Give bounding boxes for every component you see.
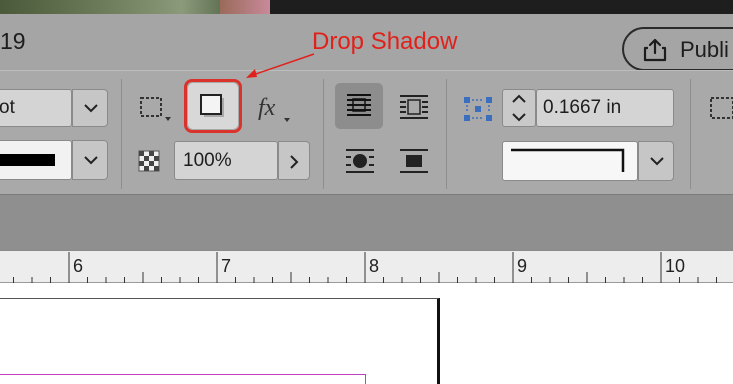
offset-stepper[interactable] bbox=[502, 89, 536, 127]
stroke-swatch-field[interactable] bbox=[0, 140, 72, 180]
wrap-around-bounding-box-icon[interactable] bbox=[398, 93, 430, 121]
ruler-label: 10 bbox=[665, 256, 686, 276]
wrap-around-object-shape-icon[interactable] bbox=[344, 147, 376, 175]
chevron-right-icon bbox=[290, 155, 299, 169]
font-style-field[interactable]: ot bbox=[0, 89, 72, 127]
ruler-label: 7 bbox=[221, 256, 232, 276]
opacity-value: 100% bbox=[183, 150, 232, 171]
stroke-color-swatch bbox=[0, 154, 55, 166]
no-text-wrap-icon bbox=[347, 94, 371, 116]
ruler-ticks bbox=[13, 252, 717, 284]
stroke-style-preview bbox=[511, 148, 625, 172]
chevron-down-icon bbox=[84, 156, 98, 165]
opacity-slider-button[interactable] bbox=[278, 141, 310, 180]
font-style-dropdown-button[interactable] bbox=[72, 89, 108, 127]
stroke-style-dropdown-button[interactable] bbox=[638, 141, 674, 181]
font-style-value: ot bbox=[0, 97, 15, 118]
separator bbox=[690, 79, 691, 189]
document-page[interactable] bbox=[0, 298, 440, 384]
no-text-wrap-button[interactable] bbox=[335, 83, 383, 129]
separator bbox=[121, 79, 122, 189]
drop-shadow-highlight bbox=[184, 79, 242, 133]
opacity-icon bbox=[138, 150, 160, 172]
opacity-input[interactable]: 100% bbox=[174, 141, 278, 180]
publish-online-button[interactable]: Publi bbox=[622, 27, 733, 71]
auto-fit-icon[interactable] bbox=[708, 95, 733, 123]
separator bbox=[446, 79, 447, 189]
stroke-style-field[interactable] bbox=[502, 141, 638, 181]
ruler-label: 8 bbox=[369, 256, 380, 276]
publish-button-label: Publi bbox=[680, 37, 729, 62]
chevron-down-icon[interactable] bbox=[511, 112, 527, 122]
offset-value: 0.1667 in bbox=[543, 97, 622, 118]
document-tab-bar bbox=[0, 194, 733, 250]
chevron-down-icon bbox=[84, 104, 98, 113]
ruler-label: 9 bbox=[517, 256, 528, 276]
effects-fx-icon[interactable]: fx bbox=[256, 93, 292, 123]
ruler-label: 6 bbox=[73, 256, 84, 276]
text-frame-edge[interactable] bbox=[0, 374, 366, 384]
separator bbox=[323, 79, 324, 189]
window-top-strip bbox=[0, 0, 733, 14]
stroke-dropdown-button[interactable] bbox=[72, 140, 108, 180]
jump-object-icon[interactable] bbox=[398, 147, 430, 175]
share-icon bbox=[643, 38, 667, 62]
offset-input[interactable]: 0.1667 in bbox=[536, 89, 674, 127]
chevron-down-icon bbox=[650, 157, 664, 166]
select-container-icon[interactable] bbox=[138, 95, 172, 123]
document-title: 19 bbox=[0, 28, 26, 54]
control-panel: ot fx 100% 0.1667 in bbox=[0, 70, 733, 194]
background-image-accent bbox=[220, 0, 270, 14]
reference-point-icon bbox=[464, 97, 492, 121]
chevron-up-icon[interactable] bbox=[511, 94, 527, 104]
annotation-arrow bbox=[246, 53, 315, 78]
svg-text:fx: fx bbox=[258, 95, 276, 121]
horizontal-ruler: 6 7 8 9 10 bbox=[0, 250, 733, 284]
annotation-label: Drop Shadow bbox=[312, 28, 458, 55]
